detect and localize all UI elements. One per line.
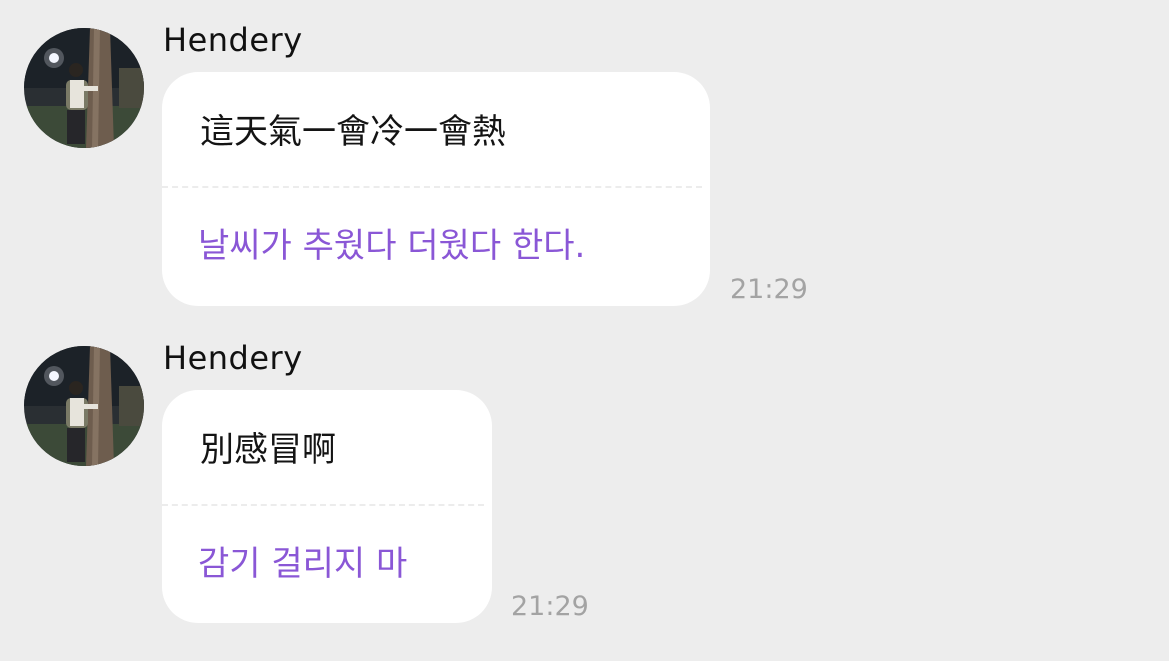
avatar[interactable]: [24, 346, 144, 466]
avatar-photo-icon: [24, 346, 144, 466]
original-text: 這天氣一會冷一會熱: [200, 112, 506, 152]
original-text: 別感冒啊: [200, 430, 336, 470]
message-timestamp: 21:29: [730, 274, 808, 305]
avatar[interactable]: [24, 28, 144, 148]
translation-divider: [162, 504, 484, 506]
sender-name: Hendery: [163, 339, 303, 377]
avatar-photo-icon: [24, 28, 144, 148]
message-bubble[interactable]: 別感冒啊 감기 걸리지 마: [162, 390, 492, 623]
chat-message: Hendery 別感冒啊 감기 걸리지 마 21:29: [0, 318, 1169, 648]
translated-text: 날씨가 추웠다 더웠다 한다.: [198, 226, 586, 266]
message-bubble[interactable]: 這天氣一會冷一會熱 날씨가 추웠다 더웠다 한다.: [162, 72, 710, 306]
message-timestamp: 21:29: [511, 591, 589, 622]
sender-name: Hendery: [163, 21, 303, 59]
translation-divider: [162, 186, 702, 188]
translated-text: 감기 걸리지 마: [198, 544, 408, 584]
chat-message: Hendery 這天氣一會冷一會熱 날씨가 추웠다 더웠다 한다. 21:29: [0, 0, 1169, 320]
